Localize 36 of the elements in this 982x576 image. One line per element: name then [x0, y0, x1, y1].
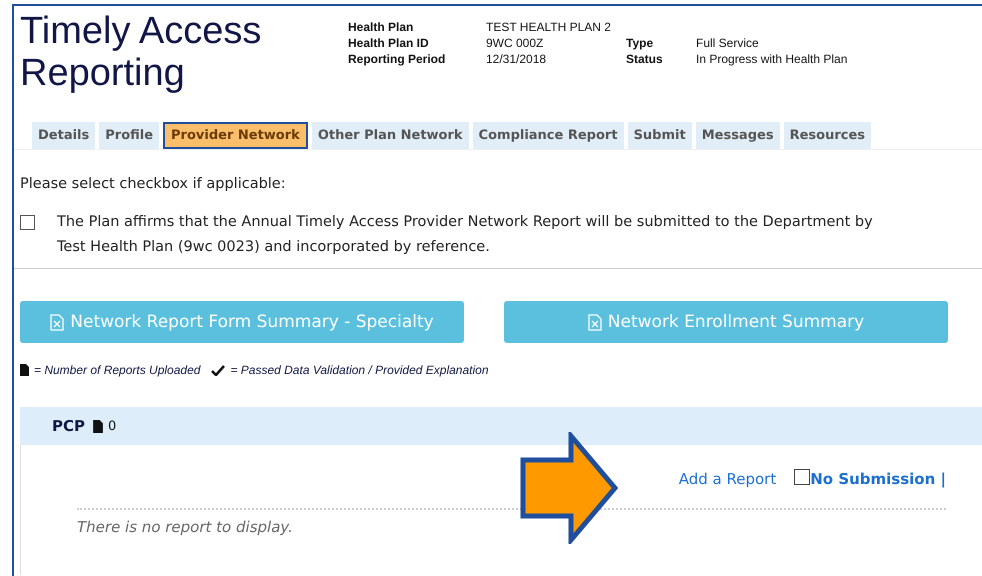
- info-value: In Progress with Health Plan: [696, 52, 848, 66]
- legend-text: = Passed Data Validation / Provided Explanation: [230, 363, 488, 377]
- document-icon: [93, 420, 103, 432]
- no-submission-label[interactable]: No Submission |: [810, 470, 946, 488]
- tab[interactable]: Compliance Report: [472, 122, 624, 149]
- info-label: Health Plan ID: [348, 36, 430, 50]
- report-count: 0: [108, 418, 116, 434]
- info-value: TEST HEALTH PLAN 2: [486, 20, 612, 34]
- add-report-link[interactable]: Add a Report: [678, 470, 776, 488]
- affirmation-text: The Plan affirms that the Annual Timely Access Provider Network Report will be submitted to the Department by Test Health Plan (9wc 0023) and incorporated by reference.: [57, 213, 874, 257]
- tab[interactable]: Details: [32, 122, 96, 149]
- tab[interactable]: Profile: [99, 122, 160, 149]
- spreadsheet-file-icon: [588, 314, 602, 330]
- tab[interactable]: Messages: [696, 122, 780, 149]
- tab[interactable]: Submit: [628, 122, 692, 149]
- page-title: Timely Access Reporting: [20, 10, 262, 96]
- tab[interactable]: Provider Network: [163, 122, 308, 149]
- info-value: 12/31/2018: [486, 52, 548, 66]
- section-header[interactable]: PCP 0: [20, 407, 982, 445]
- legend-text: = Number of Reports Uploaded: [34, 363, 200, 377]
- info-label: Health Plan: [348, 20, 414, 34]
- checkbox[interactable]: [794, 469, 810, 485]
- info-value: 9WC 000Z: [486, 36, 544, 50]
- info-label: Type: [626, 36, 654, 50]
- checkbox[interactable]: [20, 215, 35, 230]
- info-label: Status: [626, 52, 664, 66]
- arrow-icon: [520, 432, 620, 544]
- tab[interactable]: Resources: [784, 122, 872, 149]
- instruction-text: Please select checkbox if applicable:: [20, 176, 287, 192]
- section-title: PCP: [52, 417, 85, 435]
- checkmark-icon: [211, 364, 226, 376]
- document-icon: [20, 364, 29, 376]
- info-label: Reporting Period: [348, 52, 446, 66]
- spreadsheet-file-icon: [50, 314, 64, 330]
- info-value: Full Service: [696, 36, 760, 50]
- tab[interactable]: Other Plan Network: [312, 122, 469, 149]
